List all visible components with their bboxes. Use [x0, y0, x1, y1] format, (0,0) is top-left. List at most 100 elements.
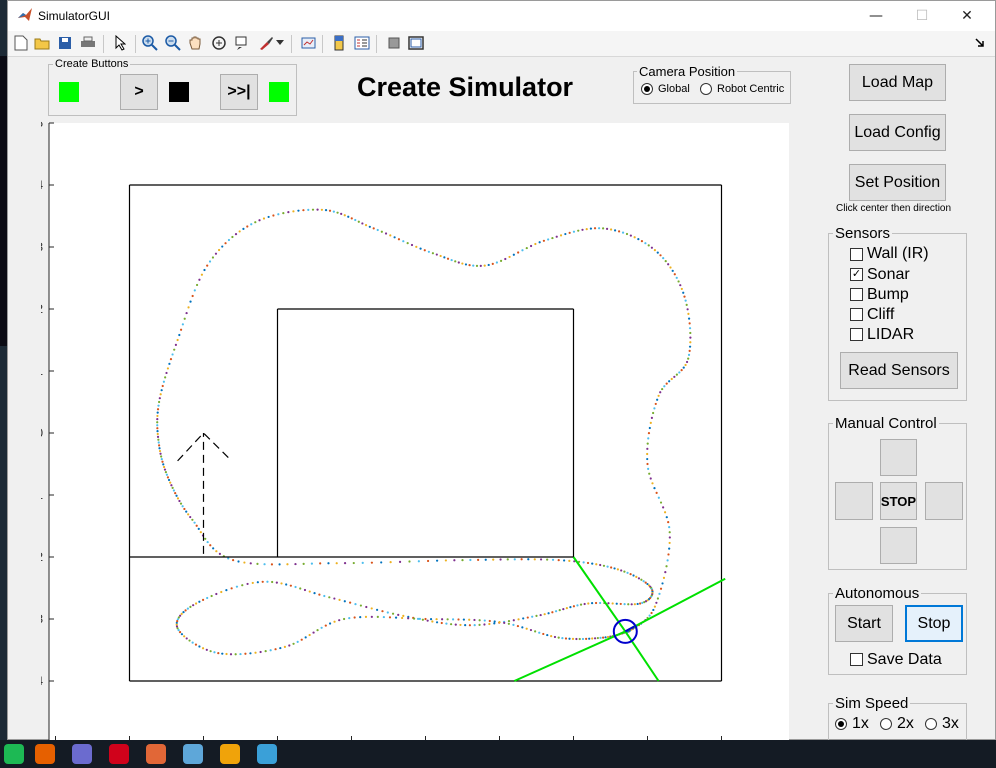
forward-button[interactable]	[880, 439, 917, 476]
trail-point	[499, 558, 502, 561]
spotify-icon[interactable]	[4, 744, 24, 764]
hide-plot-tools-icon[interactable]	[384, 33, 404, 53]
colorbar-icon[interactable]	[329, 33, 349, 53]
manual-stop-button[interactable]: STOP	[880, 482, 917, 520]
camera-global-radio[interactable]	[641, 83, 653, 95]
trail-point	[596, 636, 599, 640]
camera-position-panel: Camera Position Global Robot Centric	[633, 64, 791, 104]
trail-point	[512, 623, 515, 626]
close-button[interactable]: ✕	[944, 1, 990, 31]
pan-hand-icon[interactable]	[186, 33, 206, 53]
media-icon[interactable]	[109, 744, 129, 764]
monitor-icon[interactable]	[257, 744, 277, 764]
speed-3x-radio[interactable]	[925, 718, 937, 730]
trail-point	[259, 650, 262, 654]
brush-dropdown-icon[interactable]	[275, 33, 285, 53]
trail-point	[593, 637, 597, 640]
zoom-in-icon[interactable]	[140, 33, 160, 53]
trail-point	[287, 211, 290, 214]
set-position-button[interactable]: Set Position	[849, 164, 946, 201]
trail-point	[565, 607, 568, 610]
bump-checkbox[interactable]	[850, 288, 863, 301]
legend-icon[interactable]	[352, 33, 372, 53]
print-icon[interactable]	[78, 33, 98, 53]
lidar-checkbox[interactable]	[850, 328, 863, 341]
trail-point	[483, 619, 486, 622]
matlab-icon[interactable]	[146, 744, 166, 764]
trail-point	[668, 547, 671, 550]
trail-point	[176, 627, 179, 630]
trail-point	[687, 317, 691, 320]
trail-point	[270, 563, 274, 566]
notepad-icon[interactable]	[183, 744, 203, 764]
trail-point	[655, 491, 658, 495]
step-button[interactable]: >	[120, 74, 158, 110]
trail-point	[158, 397, 161, 400]
load-map-button[interactable]: Load Map	[849, 64, 946, 101]
trail-point	[686, 308, 689, 311]
trail-point	[649, 477, 652, 480]
turn-left-button[interactable]	[835, 482, 873, 520]
trail-point	[183, 317, 186, 320]
new-file-icon[interactable]	[11, 33, 31, 53]
trail-point	[673, 375, 676, 378]
trail-point	[324, 624, 327, 627]
autonomous-stop-button[interactable]: Stop	[905, 605, 963, 642]
brush-icon[interactable]	[256, 33, 276, 53]
trail-point	[182, 611, 185, 614]
wall-ir-checkbox[interactable]	[850, 248, 863, 261]
data-cursor-icon[interactable]	[232, 33, 252, 53]
turn-right-button[interactable]	[925, 482, 963, 520]
run-button[interactable]: >>|	[220, 74, 258, 110]
trail-point	[453, 559, 456, 562]
maximize-button[interactable]: ☐	[899, 1, 945, 31]
trail-point	[175, 494, 178, 497]
dock-arrow-icon[interactable]	[973, 33, 987, 53]
browser-icon[interactable]	[72, 744, 92, 764]
link-plot-icon[interactable]	[299, 33, 319, 53]
save-data-checkbox[interactable]	[850, 653, 863, 666]
save-icon[interactable]	[55, 33, 75, 53]
trail-point	[668, 380, 671, 383]
read-sensors-button[interactable]: Read Sensors	[840, 352, 958, 389]
trail-point	[512, 619, 515, 622]
trail-point	[602, 227, 605, 230]
open-folder-icon[interactable]	[32, 33, 52, 53]
trail-point	[304, 636, 307, 639]
minimize-button[interactable]: —	[853, 1, 899, 31]
trail-point	[234, 233, 238, 236]
trail-point	[297, 209, 300, 212]
speed-2x-radio[interactable]	[880, 718, 892, 730]
trail-point	[521, 249, 524, 252]
git-icon[interactable]	[220, 744, 240, 764]
trail-point	[181, 323, 184, 326]
trail-point	[658, 592, 661, 595]
trail-point	[522, 617, 525, 620]
trail-point	[627, 603, 630, 606]
autonomous-start-button[interactable]: Start	[835, 605, 893, 642]
trail-point	[364, 615, 368, 618]
backward-button[interactable]	[880, 527, 917, 564]
trail-point	[249, 562, 252, 565]
trail-point	[688, 322, 691, 325]
show-plot-tools-icon[interactable]	[406, 33, 426, 53]
map-plot[interactable]: 5 4 3 2 1 0 -1 -2 -3 -4	[41, 121, 796, 741]
zoom-out-icon[interactable]	[163, 33, 183, 53]
rotate-3d-icon[interactable]	[209, 33, 229, 53]
trail-point	[657, 394, 660, 397]
camera-robot-centric-radio[interactable]	[700, 83, 712, 95]
sonar-checkbox[interactable]: ✓	[850, 268, 863, 281]
firefox-icon[interactable]	[35, 744, 55, 764]
save-data-label: Save Data	[867, 651, 942, 668]
speed-1x-radio[interactable]	[835, 718, 847, 730]
trail-point	[527, 558, 530, 561]
trail-point	[677, 280, 680, 283]
cliff-checkbox[interactable]	[850, 308, 863, 321]
pointer-icon[interactable]	[110, 33, 130, 53]
trail-point	[602, 564, 606, 567]
trail-point	[263, 563, 266, 566]
trail-point	[244, 652, 247, 655]
load-config-button[interactable]: Load Config	[849, 114, 946, 151]
trail-point	[599, 636, 602, 639]
simulator-window: SimulatorGUI — ☐ ✕ Create Buttons > >>| …	[7, 0, 996, 743]
